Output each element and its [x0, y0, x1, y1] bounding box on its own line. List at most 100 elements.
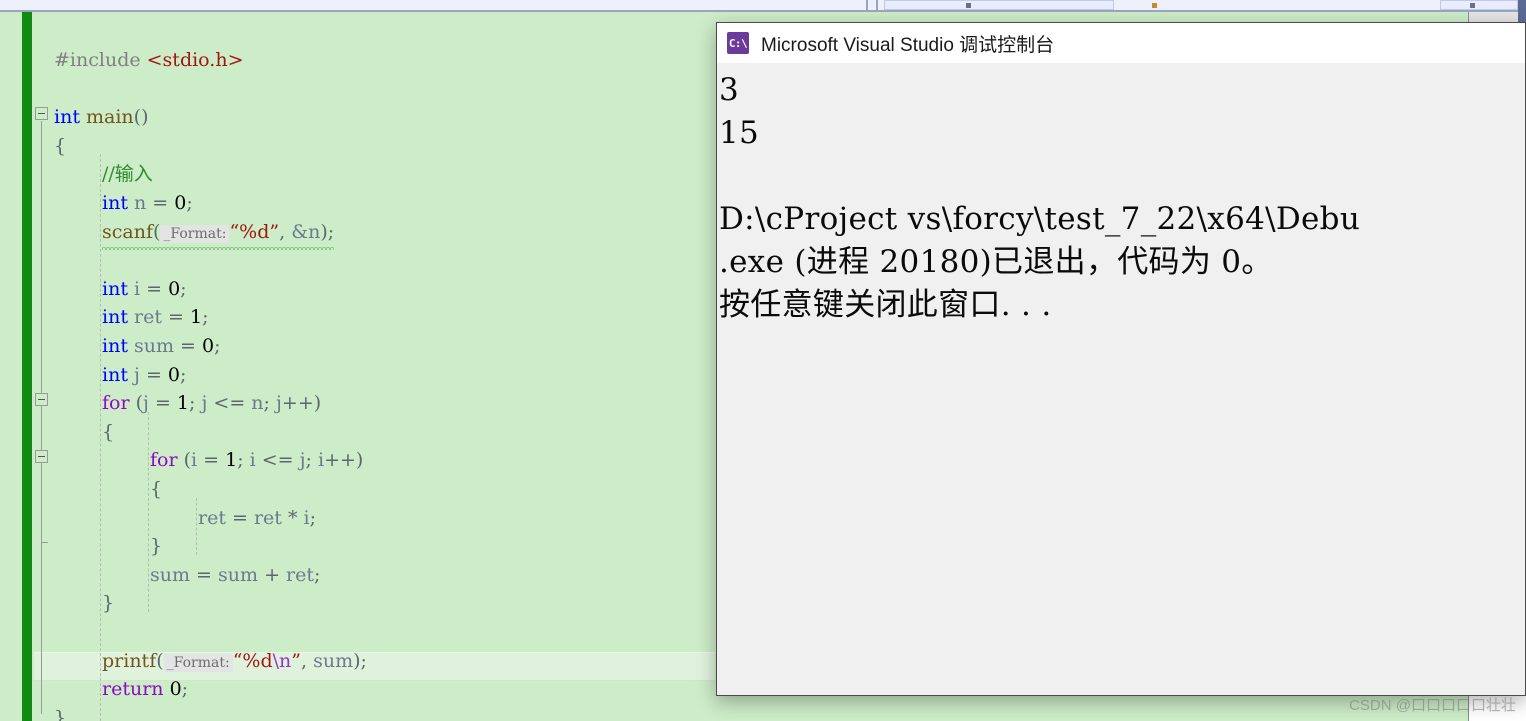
console-output-line: D:\cProject vs\forcy\test_7_22\x64\Debu	[719, 201, 1361, 237]
code-line[interactable]: return 0;	[102, 675, 188, 704]
code-token: =	[146, 192, 175, 214]
toolbar-icon[interactable]	[966, 3, 971, 8]
code-line[interactable]: int j = 0;	[102, 361, 186, 390]
toolbar-combobox[interactable]	[1440, 0, 1518, 10]
code-line[interactable]: sum = sum + ret;	[150, 561, 320, 590]
code-token: _Format:	[163, 653, 233, 672]
code-line[interactable]: }	[102, 589, 114, 618]
code-token: 0	[174, 192, 187, 214]
code-token: scanf	[102, 220, 153, 243]
code-token: n	[251, 392, 264, 415]
console-output-line: .exe (进程 20180)已退出，代码为 0。	[719, 244, 1273, 280]
code-token: for	[102, 392, 130, 415]
code-token: ;	[305, 449, 318, 472]
code-token: int	[102, 306, 128, 329]
code-token: =	[140, 277, 169, 300]
fold-toggle-for-outer[interactable]	[35, 393, 48, 407]
code-token: 0	[167, 363, 180, 386]
code-token: =	[190, 563, 219, 586]
code-line[interactable]: {	[102, 418, 114, 447]
code-line[interactable]: for (i = 1; i <= j; i++)	[150, 446, 363, 475]
fold-toggle-main[interactable]	[35, 107, 48, 121]
code-token: ;	[181, 678, 189, 701]
toolbar-separator	[876, 0, 878, 10]
code-line[interactable]: int sum = 0;	[102, 332, 221, 361]
code-token: ()	[133, 106, 149, 129]
code-token: sum	[218, 563, 259, 586]
code-token: n	[134, 192, 147, 214]
code-token: #include	[54, 49, 147, 71]
code-token: )	[320, 220, 328, 243]
code-line[interactable]: //输入	[102, 160, 153, 189]
console-title-bar[interactable]: C:\ Microsoft Visual Studio 调试控制台	[717, 23, 1525, 63]
code-token: main	[86, 106, 134, 129]
debug-console-window[interactable]: C:\ Microsoft Visual Studio 调试控制台 3 15 D:…	[716, 22, 1526, 696]
code-token: sum	[134, 335, 175, 357]
toolbar-icon[interactable]	[1470, 3, 1475, 8]
code-line[interactable]: int i = 0;	[102, 275, 187, 304]
code-token: \n	[272, 649, 292, 672]
code-line[interactable]: {	[54, 132, 66, 161]
code-token: )	[353, 649, 361, 672]
fold-end-marker	[41, 542, 48, 544]
code-line[interactable]: int n = 0;	[102, 189, 193, 218]
code-line[interactable]: }	[54, 704, 66, 721]
console-output-area[interactable]: 3 15 D:\cProject vs\forcy\test_7_22\x64\D…	[717, 63, 1525, 695]
console-cmd-icon: C:\	[727, 32, 749, 54]
code-token: ;	[202, 306, 209, 329]
code-token: {	[54, 134, 67, 157]
code-token: 0	[168, 277, 181, 300]
toolbar-icon[interactable]	[1152, 3, 1157, 8]
code-line[interactable]: {	[150, 475, 162, 504]
code-token: <=	[207, 392, 252, 415]
indent-guide	[148, 411, 149, 612]
code-token: return	[102, 678, 164, 701]
code-token: (	[129, 392, 144, 415]
selection-margin[interactable]	[0, 12, 22, 721]
code-line[interactable]: #include <stdio.h>	[54, 46, 244, 75]
code-token: ,	[301, 649, 314, 672]
code-token: ;	[314, 563, 321, 586]
code-token: =	[197, 449, 226, 472]
code-token: (	[177, 449, 192, 472]
code-token: ;	[189, 392, 202, 415]
code-line[interactable]: int main()	[54, 103, 149, 132]
code-token: <stdio.h>	[146, 49, 244, 71]
code-token: ret	[198, 506, 226, 529]
code-token: ;	[186, 192, 193, 214]
toolbar-combobox[interactable]	[884, 0, 1114, 10]
code-token: ret	[286, 563, 314, 586]
code-line[interactable]: }	[150, 532, 162, 561]
code-token: int	[102, 277, 128, 300]
code-token: //输入	[102, 163, 153, 186]
code-token: ;	[237, 449, 250, 472]
code-token: =	[225, 506, 254, 529]
vs-toolbar-strip[interactable]	[0, 0, 1526, 12]
indent-guide	[196, 497, 197, 555]
code-token: ;	[180, 363, 187, 386]
code-token: =	[161, 306, 190, 329]
code-token: ++)	[324, 449, 364, 472]
code-token: =	[148, 392, 177, 415]
code-token: }	[150, 535, 163, 558]
console-output-line: 3	[719, 72, 740, 108]
fold-toggle-for-inner[interactable]	[35, 450, 48, 464]
code-line[interactable]: ret = ret * i;	[198, 504, 316, 533]
code-token: _Format:	[160, 224, 230, 243]
code-token: &n	[291, 220, 321, 243]
code-token: ++)	[281, 392, 322, 415]
code-line[interactable]: scanf(_Format: “%d”, &n);	[102, 217, 335, 251]
code-token: ret	[134, 306, 162, 329]
code-token: ret	[253, 506, 282, 529]
indent-guide	[100, 154, 101, 721]
code-token: =	[139, 363, 168, 386]
code-line[interactable]: printf(_Format: “%d\n”, sum);	[102, 647, 367, 676]
code-line[interactable]: int ret = 1;	[102, 303, 208, 332]
change-tracking-bar	[22, 12, 32, 721]
code-token: int	[102, 335, 128, 357]
code-token: ;	[309, 506, 317, 529]
code-line[interactable]: for (j = 1; j <= n; j++)	[102, 389, 321, 418]
code-token: ;	[327, 220, 335, 243]
code-token: 0	[202, 335, 215, 357]
